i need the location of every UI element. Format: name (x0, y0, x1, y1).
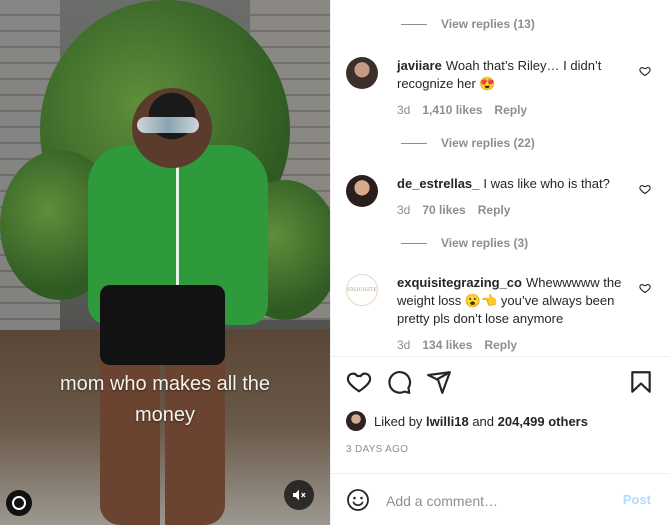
comment-username[interactable]: javiiare (397, 58, 442, 73)
share-icon[interactable] (426, 369, 452, 395)
comments-panel: View replies (13) javiiare Woah that’s Ri… (330, 0, 670, 525)
comment-username[interactable]: exquisitegrazing_co (397, 275, 522, 290)
comment-meta: 3d 134 likes Reply (397, 336, 627, 354)
replies-line (401, 142, 427, 144)
post-button[interactable]: Post (623, 492, 651, 507)
comment-icon[interactable] (386, 369, 412, 395)
action-bar (346, 369, 661, 395)
heart-icon[interactable] (639, 65, 651, 77)
replies-line (401, 23, 427, 25)
comment-likes[interactable]: 70 likes (422, 201, 465, 219)
person-sunglasses (137, 117, 199, 133)
overlay-caption-line-2: money (134, 404, 196, 426)
post-timestamp[interactable]: 3 DAYS AGO (346, 444, 408, 455)
person-shorts (100, 285, 225, 365)
avatar[interactable] (346, 175, 378, 207)
liked-by: Liked by lwilli18 and 204,499 others (346, 411, 588, 431)
emoji-icon[interactable] (346, 488, 370, 512)
comment-time[interactable]: 3d (397, 101, 410, 119)
post-media[interactable]: mom who makes all the money (0, 0, 330, 525)
comment-username[interactable]: de_estrellas_ (397, 176, 479, 191)
divider (331, 356, 670, 357)
comment-likes[interactable]: 134 likes (422, 336, 472, 354)
comment-input[interactable] (386, 490, 606, 512)
view-replies-button[interactable]: View replies (22) (401, 136, 535, 150)
view-replies-label: View replies (22) (441, 136, 535, 150)
mute-button[interactable] (284, 480, 314, 510)
liked-by-and: and (472, 413, 495, 429)
view-replies-button[interactable]: View replies (3) (401, 236, 528, 250)
liked-by-user[interactable]: lwilli18 (426, 414, 469, 429)
comment-text: I was like who is that? (483, 176, 610, 191)
comment-body: javiiare Woah that’s Riley… I didn’t reco… (397, 57, 627, 119)
view-replies-label: View replies (13) (441, 17, 535, 31)
reply-button[interactable]: Reply (494, 101, 527, 119)
replies-line (401, 242, 427, 244)
avatar[interactable] (346, 57, 378, 89)
mute-icon (293, 489, 306, 501)
liked-by-others[interactable]: 204,499 others (498, 414, 588, 429)
comment-meta: 3d 1,410 likes Reply (397, 101, 627, 119)
comment-likes[interactable]: 1,410 likes (422, 101, 482, 119)
liked-by-avatar[interactable] (346, 411, 366, 431)
comment-body: exquisitegrazing_co Whewwwww the weight l… (397, 274, 627, 354)
heart-icon[interactable] (639, 282, 651, 294)
tagged-user-icon[interactable] (6, 490, 32, 516)
view-replies-button[interactable]: View replies (13) (401, 17, 535, 31)
comment-body: de_estrellas_ I was like who is that? 3d … (397, 175, 627, 219)
comment-meta: 3d 70 likes Reply (397, 201, 627, 219)
comment-time[interactable]: 3d (397, 201, 410, 219)
add-comment-bar: Post (331, 473, 670, 525)
heart-icon[interactable] (639, 183, 651, 195)
reply-button[interactable]: Reply (478, 201, 511, 219)
liked-by-prefix: Liked by (374, 413, 423, 429)
avatar[interactable]: EXQUISITE (346, 274, 378, 306)
avatar-logo-text: EXQUISITE (347, 287, 377, 293)
comment-time[interactable]: 3d (397, 336, 410, 354)
bookmark-icon[interactable] (628, 369, 654, 395)
reply-button[interactable]: Reply (484, 336, 517, 354)
overlay-caption-line-1: mom who makes all the (59, 373, 271, 395)
view-replies-label: View replies (3) (441, 236, 529, 250)
heart-icon[interactable] (346, 369, 372, 395)
